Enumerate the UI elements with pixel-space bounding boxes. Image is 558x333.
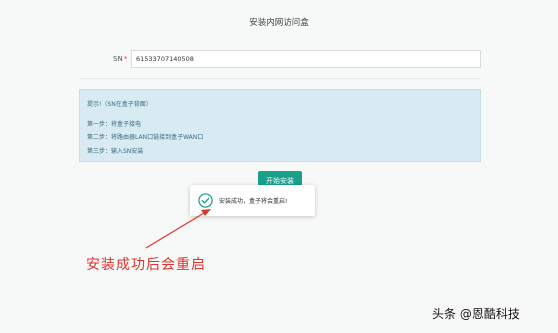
tip-step: 第二步：将路由器LAN口链接到盒子WAN口 — [87, 134, 204, 141]
check-circle-icon — [198, 193, 213, 208]
install-panel: 安装内网访问盒 SN* 提示!（SN在盒子背面） 第一步：将盒子接电 第二步：将… — [0, 0, 558, 333]
tip-box: 提示!（SN在盒子背面） 第一步：将盒子接电 第二步：将路由器LAN口链接到盒子… — [79, 89, 481, 162]
divider — [79, 78, 481, 79]
sn-label: SN* — [113, 55, 127, 63]
watermark: 头条 @恩酷科技 — [432, 307, 520, 321]
sn-label-text: SN — [113, 55, 123, 63]
page-title: 安装内网访问盒 — [249, 18, 309, 28]
required-mark: * — [123, 55, 128, 63]
annotation-text: 安装成功后会重启 — [86, 257, 206, 273]
tip-step: 第一步：将盒子接电 — [87, 121, 142, 128]
toast-message: 安装成功，盒子将会重启! — [219, 198, 288, 205]
success-toast: 安装成功，盒子将会重启! — [190, 185, 315, 216]
tip-step: 第三步：输入SN安装 — [87, 148, 144, 155]
tip-heading: 提示!（SN在盒子背面） — [87, 101, 152, 108]
sn-input[interactable] — [131, 50, 481, 68]
